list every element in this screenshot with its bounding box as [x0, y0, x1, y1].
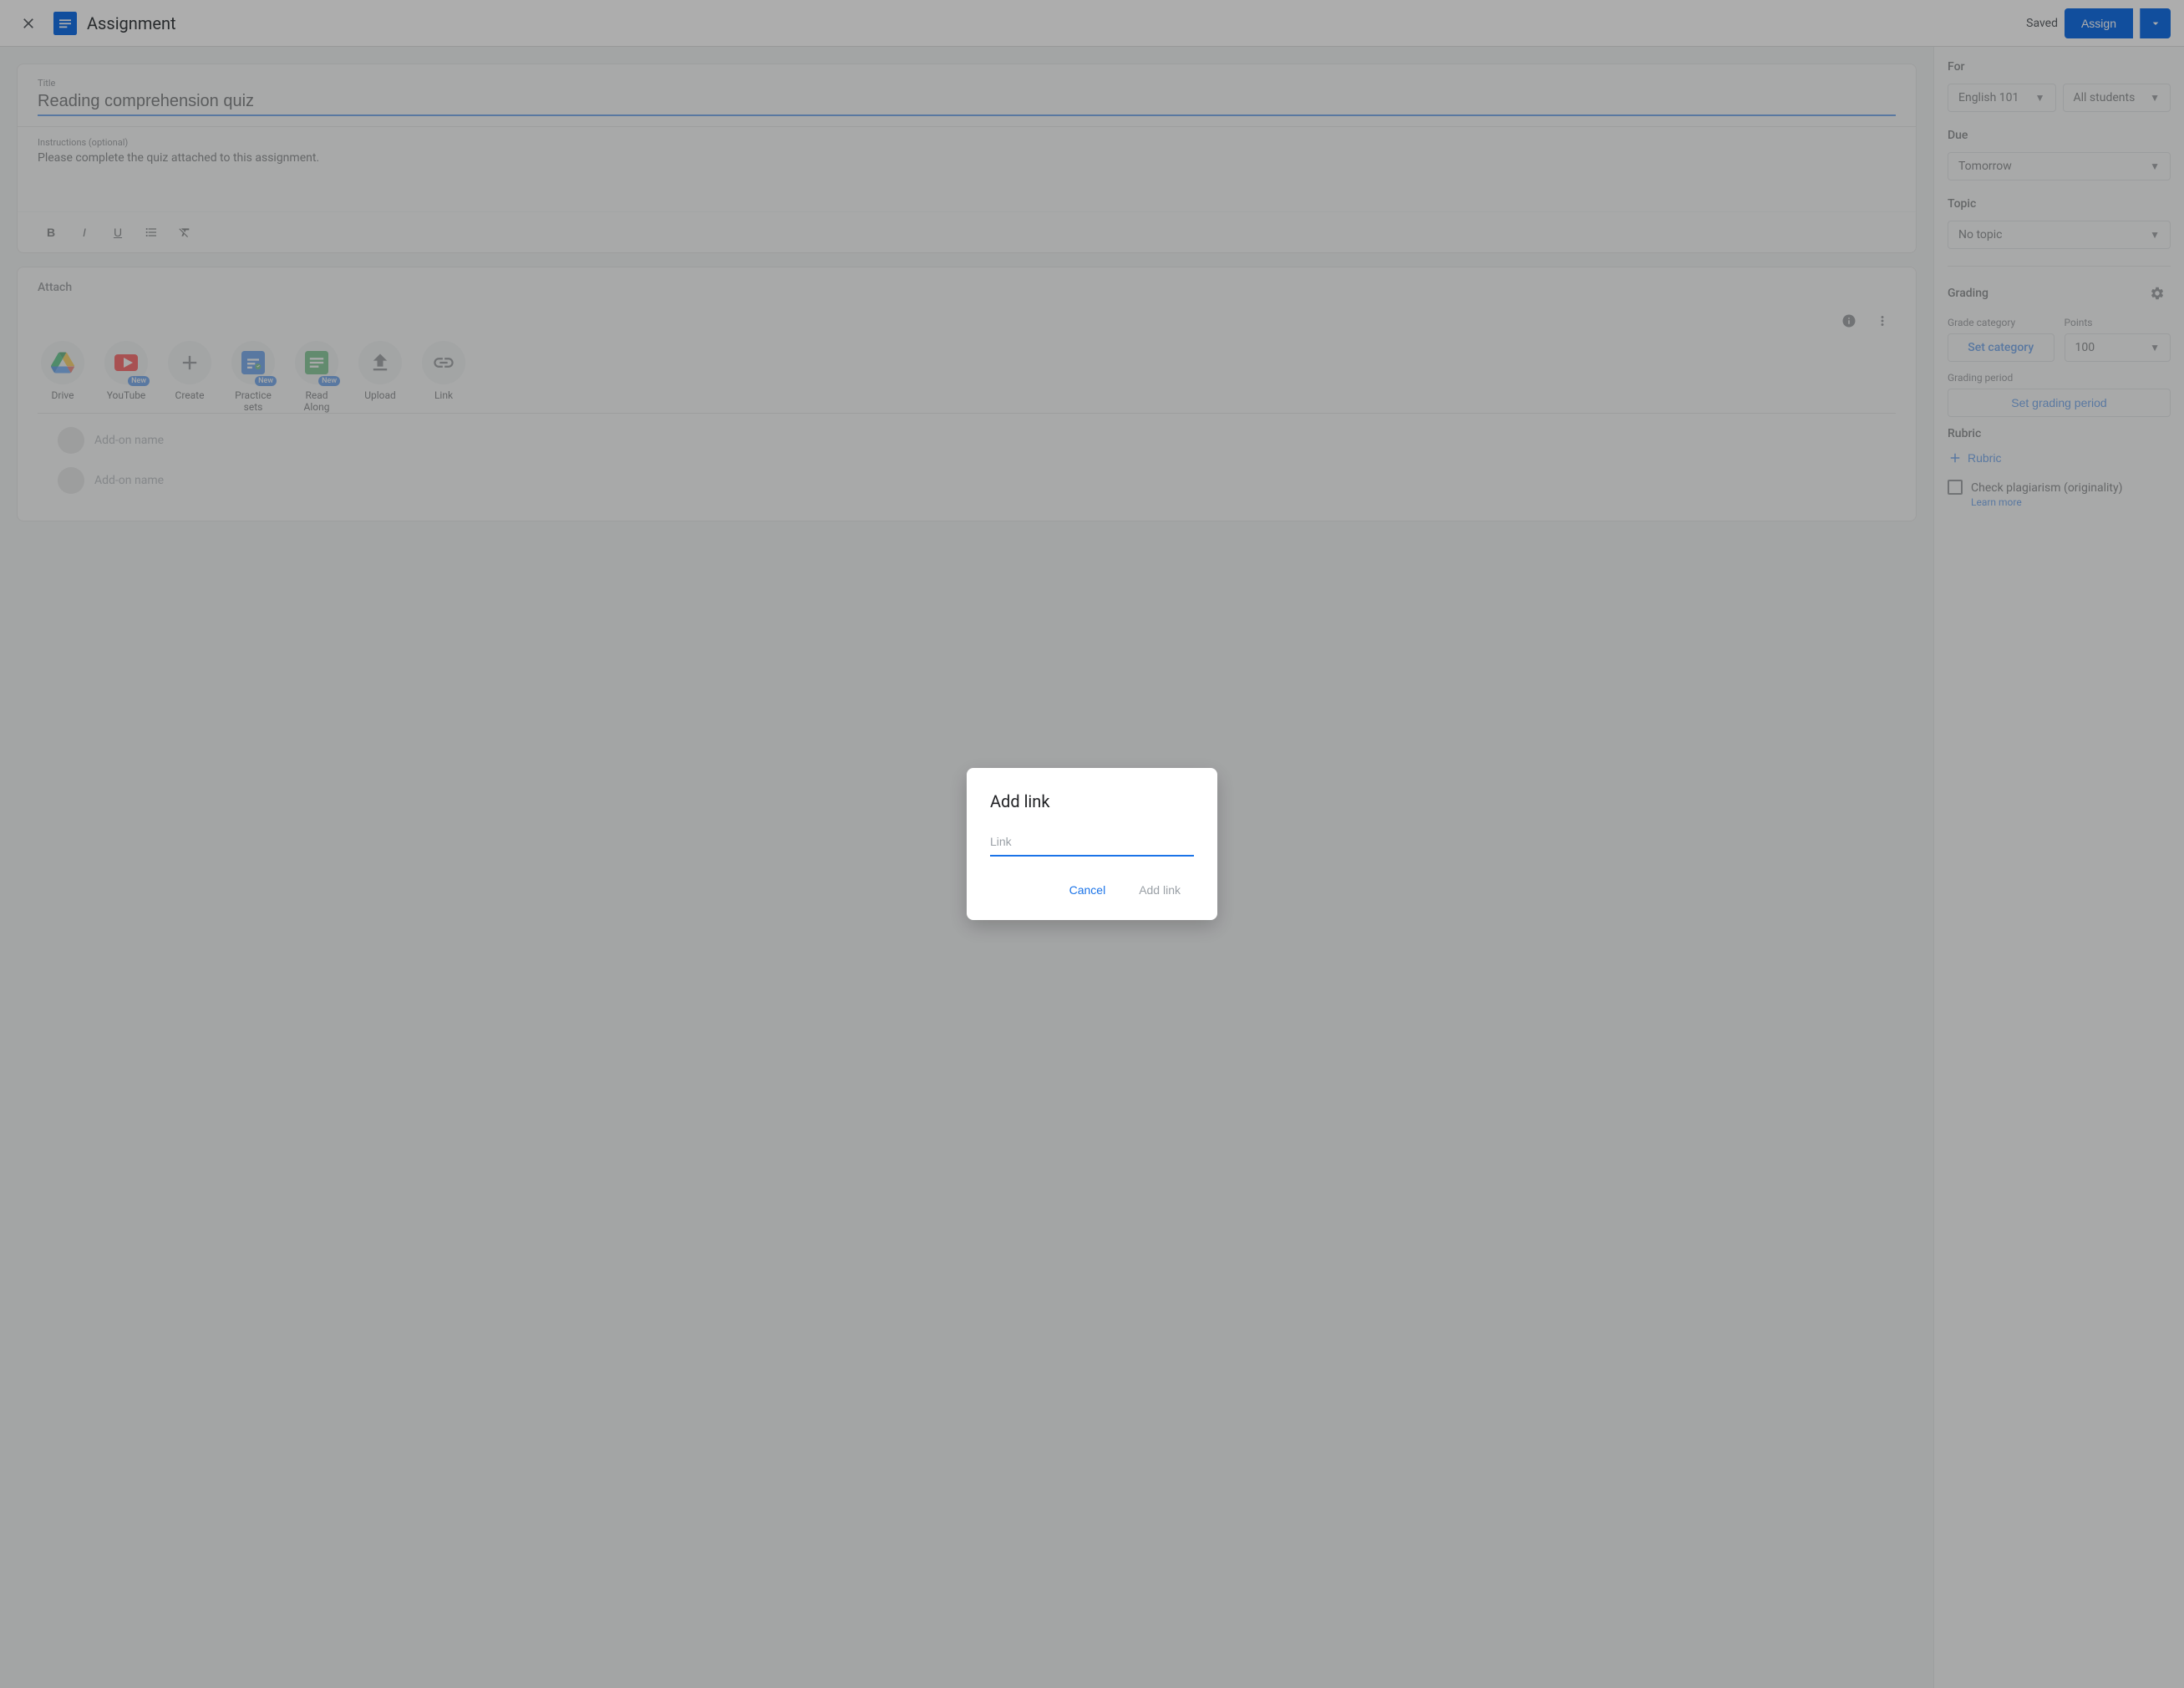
modal-title: Add link [990, 791, 1194, 811]
cancel-button[interactable]: Cancel [1056, 877, 1120, 903]
modal-actions: Cancel Add link [990, 877, 1194, 903]
link-input[interactable] [990, 828, 1194, 857]
add-link-modal: Add link Cancel Add link [967, 768, 1217, 920]
add-link-button[interactable]: Add link [1125, 877, 1194, 903]
modal-overlay[interactable]: Add link Cancel Add link [0, 0, 2184, 1688]
